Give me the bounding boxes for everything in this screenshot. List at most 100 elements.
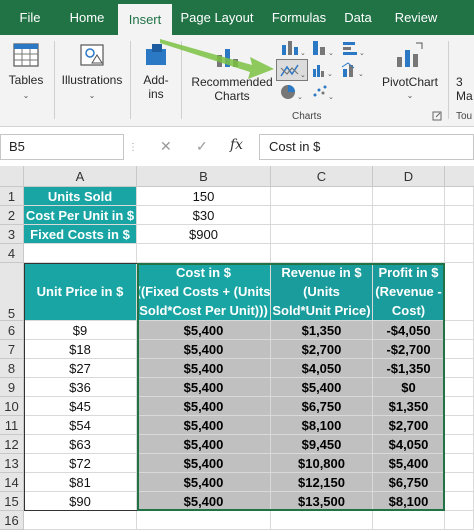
line-chart-button[interactable]: ⌄ [276,59,308,81]
tab-review[interactable]: Review [390,0,442,35]
table-data-cell[interactable]: $4,050 [373,435,445,454]
tab-page-layout[interactable]: Page Layout [178,0,256,35]
cancel-icon[interactable]: ✕ [160,138,172,155]
tab-file[interactable]: File [10,0,50,35]
confirm-icon[interactable]: ✓ [196,138,208,155]
table-data-cell[interactable]: $5,400 [137,359,271,378]
table-header-cell[interactable]: Revenue in $ (Units Sold*Unit Price) [271,263,373,321]
table-data-cell[interactable]: $27 [24,359,137,378]
empty-cell[interactable] [373,511,445,530]
table-data-cell[interactable]: $9 [24,321,137,340]
table-data-cell[interactable]: $5,400 [137,454,271,473]
table-data-cell[interactable]: $10,800 [271,454,373,473]
table-header-cell[interactable]: Unit Price in $ [24,263,137,321]
table-data-cell[interactable]: -$4,050 [373,321,445,340]
dialog-launcher-icon[interactable] [432,111,442,121]
row-header-10[interactable]: 10 [0,397,24,416]
empty-cell[interactable] [445,511,474,530]
table-header-cell[interactable]: Cost in $ ((Fixed Costs + (Units Sold*Co… [137,263,271,321]
table-data-cell[interactable]: $1,350 [271,321,373,340]
row-header-16[interactable]: 16 [0,511,24,530]
row-header-9[interactable]: 9 [0,378,24,397]
empty-cell[interactable] [24,511,137,530]
row-header-8[interactable]: 8 [0,359,24,378]
hierarchy-chart-icon[interactable]: ⌄ [310,39,336,57]
empty-cell[interactable] [271,244,373,263]
table-data-cell[interactable]: $5,400 [137,416,271,435]
row-header-12[interactable]: 12 [0,435,24,454]
table-data-cell[interactable]: $5,400 [271,378,373,397]
row-header-2[interactable]: 2 [0,206,24,225]
row-header-15[interactable]: 15 [0,492,24,511]
statistic-chart-icon[interactable]: ⌄ [310,61,336,79]
row-header-7[interactable]: 7 [0,340,24,359]
insert-function-icon[interactable]: fx [230,137,243,153]
column-header-d[interactable]: D [373,166,445,187]
row-header-4[interactable]: 4 [0,244,24,263]
empty-cell[interactable] [445,473,474,492]
table-data-cell[interactable]: $5,400 [137,378,271,397]
tab-formulas[interactable]: Formulas [266,0,332,35]
empty-cell[interactable] [137,511,271,530]
empty-cell[interactable] [445,244,474,263]
table-data-cell[interactable]: $5,400 [137,473,271,492]
row-header-11[interactable]: 11 [0,416,24,435]
table-data-cell[interactable]: $6,750 [373,473,445,492]
table-data-cell[interactable]: $5,400 [137,397,271,416]
empty-cell[interactable] [445,435,474,454]
empty-cell[interactable] [271,206,373,225]
row-header-3[interactable]: 3 [0,225,24,244]
empty-cell[interactable] [373,244,445,263]
empty-cell[interactable] [445,397,474,416]
table-data-cell[interactable]: $4,050 [271,359,373,378]
input-value-cell[interactable]: $900 [137,225,271,244]
empty-cell[interactable] [271,187,373,206]
table-data-cell[interactable]: $45 [24,397,137,416]
table-data-cell[interactable]: -$2,700 [373,340,445,359]
empty-cell[interactable] [137,244,271,263]
table-data-cell[interactable]: $8,100 [271,416,373,435]
table-header-cell[interactable]: Profit in $ (Revenue - Cost) [373,263,445,321]
table-data-cell[interactable]: $5,400 [137,340,271,359]
table-data-cell[interactable]: $5,400 [373,454,445,473]
empty-cell[interactable] [445,263,474,321]
table-data-cell[interactable]: $5,400 [137,492,271,511]
combo-chart-icon[interactable]: ⌄ [340,61,366,79]
table-data-cell[interactable]: $5,400 [137,435,271,454]
column-header-e[interactable] [445,166,474,187]
empty-cell[interactable] [445,187,474,206]
table-data-cell[interactable]: $13,500 [271,492,373,511]
column-header-a[interactable]: A [24,166,137,187]
table-data-cell[interactable]: $90 [24,492,137,511]
row-header-14[interactable]: 14 [0,473,24,492]
table-data-cell[interactable]: $2,700 [373,416,445,435]
input-value-cell[interactable]: $30 [137,206,271,225]
empty-cell[interactable] [445,206,474,225]
table-data-cell[interactable]: $72 [24,454,137,473]
table-data-cell[interactable]: $54 [24,416,137,435]
tab-home[interactable]: Home [62,0,112,35]
input-label-cell[interactable]: Units Sold [24,187,137,206]
table-data-cell[interactable]: $5,400 [137,321,271,340]
empty-cell[interactable] [445,359,474,378]
column-chart-icon[interactable]: ⌄ [279,39,305,57]
table-data-cell[interactable]: $36 [24,378,137,397]
empty-cell[interactable] [445,378,474,397]
empty-cell[interactable] [445,321,474,340]
input-value-cell[interactable]: 150 [137,187,271,206]
input-label-cell[interactable]: Fixed Costs in $ [24,225,137,244]
scatter-chart-icon[interactable]: ⌄ [310,83,336,101]
table-data-cell[interactable]: $18 [24,340,137,359]
empty-cell[interactable] [271,225,373,244]
empty-cell[interactable] [445,225,474,244]
empty-cell[interactable] [373,225,445,244]
empty-cell[interactable] [445,416,474,435]
row-header-5[interactable]: 5 [0,263,24,321]
table-data-cell[interactable]: $63 [24,435,137,454]
formula-input[interactable]: Cost in $ [259,134,474,160]
name-box[interactable]: B5 [0,134,124,160]
table-data-cell[interactable]: $9,450 [271,435,373,454]
row-header-1[interactable]: 1 [0,187,24,206]
row-header-13[interactable]: 13 [0,454,24,473]
row-header-6[interactable]: 6 [0,321,24,340]
